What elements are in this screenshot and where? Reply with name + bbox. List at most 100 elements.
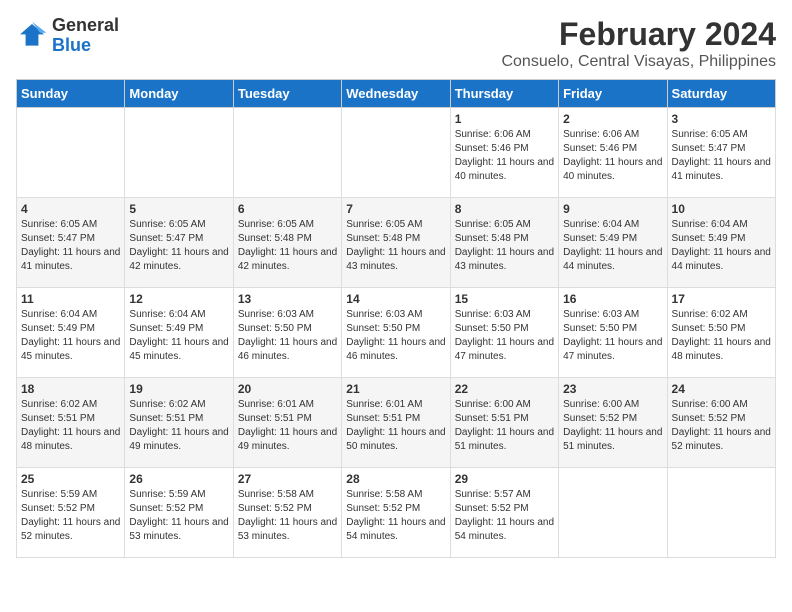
calendar-day-cell — [125, 108, 233, 198]
day-info: Sunrise: 6:04 AM Sunset: 5:49 PM Dayligh… — [563, 218, 662, 274]
day-number: 24 — [672, 382, 771, 396]
calendar-day-cell: 11Sunrise: 6:04 AM Sunset: 5:49 PM Dayli… — [17, 288, 125, 378]
day-number: 20 — [238, 382, 337, 396]
calendar-week-row: 11Sunrise: 6:04 AM Sunset: 5:49 PM Dayli… — [17, 288, 776, 378]
day-of-week-header: Friday — [559, 80, 667, 108]
day-info: Sunrise: 5:57 AM Sunset: 5:52 PM Dayligh… — [455, 488, 554, 544]
day-number: 28 — [346, 472, 445, 486]
day-number: 10 — [672, 202, 771, 216]
calendar-day-cell: 10 Sunrise: 6:04 AM Sunset: 5:49 PM Dayli… — [667, 198, 775, 288]
calendar-day-cell: 3Sunrise: 6:05 AM Sunset: 5:47 PM Daylig… — [667, 108, 775, 198]
calendar-day-cell: 15 Sunrise: 6:03 AM Sunset: 5:50 PM Dayli… — [450, 288, 558, 378]
day-number: 29 — [455, 472, 554, 486]
day-info: Sunrise: 6:01 AM Sunset: 5:51 PM Dayligh… — [238, 398, 337, 454]
calendar-day-cell: 22 Sunrise: 6:00 AM Sunset: 5:51 PM Dayli… — [450, 378, 558, 468]
title-section: February 2024 Consuelo, Central Visayas,… — [501, 16, 776, 71]
calendar-day-cell: 1 Sunrise: 6:06 AM Sunset: 5:46 PM Daylig… — [450, 108, 558, 198]
day-number: 4 — [21, 202, 120, 216]
calendar-day-cell: 14Sunrise: 6:03 AM Sunset: 5:50 PM Dayli… — [342, 288, 450, 378]
day-info: Sunrise: 6:06 AM Sunset: 5:46 PM Dayligh… — [455, 128, 554, 184]
calendar-day-cell: 19 Sunrise: 6:02 AM Sunset: 5:51 PM Dayli… — [125, 378, 233, 468]
day-of-week-header: Sunday — [17, 80, 125, 108]
day-number: 14 — [346, 292, 445, 306]
logo-icon — [16, 20, 48, 52]
day-of-week-header: Saturday — [667, 80, 775, 108]
page-header: General Blue February 2024 Consuelo, Cen… — [16, 16, 776, 71]
day-info: Sunrise: 6:03 AM Sunset: 5:50 PM Dayligh… — [238, 308, 337, 364]
day-number: 17 — [672, 292, 771, 306]
day-number: 26 — [129, 472, 228, 486]
calendar-day-cell: 25Sunrise: 5:59 AM Sunset: 5:52 PM Dayli… — [17, 468, 125, 558]
calendar-day-cell: 27 Sunrise: 5:58 AM Sunset: 5:52 PM Dayli… — [233, 468, 341, 558]
calendar-day-cell: 9Sunrise: 6:04 AM Sunset: 5:49 PM Daylig… — [559, 198, 667, 288]
calendar-day-cell — [342, 108, 450, 198]
day-info: Sunrise: 6:05 AM Sunset: 5:47 PM Dayligh… — [129, 218, 228, 274]
day-number: 16 — [563, 292, 662, 306]
day-number: 15 — [455, 292, 554, 306]
day-number: 23 — [563, 382, 662, 396]
day-info: Sunrise: 6:00 AM Sunset: 5:52 PM Dayligh… — [563, 398, 662, 454]
calendar-day-cell: 8Sunrise: 6:05 AM Sunset: 5:48 PM Daylig… — [450, 198, 558, 288]
calendar-day-cell: 24 Sunrise: 6:00 AM Sunset: 5:52 PM Dayli… — [667, 378, 775, 468]
day-info: Sunrise: 6:01 AM Sunset: 5:51 PM Dayligh… — [346, 398, 445, 454]
calendar-day-cell: 16 Sunrise: 6:03 AM Sunset: 5:50 PM Dayli… — [559, 288, 667, 378]
day-number: 6 — [238, 202, 337, 216]
logo: General Blue — [16, 16, 119, 56]
day-info: Sunrise: 5:59 AM Sunset: 5:52 PM Dayligh… — [129, 488, 228, 544]
calendar-day-cell: 20 Sunrise: 6:01 AM Sunset: 5:51 PM Dayli… — [233, 378, 341, 468]
calendar-day-cell — [667, 468, 775, 558]
day-of-week-header: Tuesday — [233, 80, 341, 108]
calendar-day-cell: 17Sunrise: 6:02 AM Sunset: 5:50 PM Dayli… — [667, 288, 775, 378]
day-info: Sunrise: 6:04 AM Sunset: 5:49 PM Dayligh… — [129, 308, 228, 364]
day-number: 19 — [129, 382, 228, 396]
day-info: Sunrise: 6:04 AM Sunset: 5:49 PM Dayligh… — [672, 218, 771, 274]
calendar-day-cell: 29 Sunrise: 5:57 AM Sunset: 5:52 PM Dayli… — [450, 468, 558, 558]
day-info: Sunrise: 6:03 AM Sunset: 5:50 PM Dayligh… — [455, 308, 554, 364]
calendar-header-row: SundayMondayTuesdayWednesdayThursdayFrid… — [17, 80, 776, 108]
calendar-day-cell: 6Sunrise: 6:05 AM Sunset: 5:48 PM Daylig… — [233, 198, 341, 288]
day-info: Sunrise: 5:58 AM Sunset: 5:52 PM Dayligh… — [238, 488, 337, 544]
calendar-day-cell: 7 Sunrise: 6:05 AM Sunset: 5:48 PM Daylig… — [342, 198, 450, 288]
calendar-week-row: 25 Sunrise: 5:59 AM Sunset: 5:52 PM Dayli… — [17, 468, 776, 558]
day-info: Sunrise: 6:02 AM Sunset: 5:51 PM Dayligh… — [129, 398, 228, 454]
calendar-day-cell: 26 Sunrise: 5:59 AM Sunset: 5:52 PM Dayli… — [125, 468, 233, 558]
calendar-day-cell: 23 Sunrise: 6:00 AM Sunset: 5:52 PM Dayli… — [559, 378, 667, 468]
calendar-table: SundayMondayTuesdayWednesdayThursdayFrid… — [16, 79, 776, 558]
calendar-day-cell: 28 Sunrise: 5:58 AM Sunset: 5:52 PM Dayli… — [342, 468, 450, 558]
day-number: 1 — [455, 112, 554, 126]
day-number: 7 — [346, 202, 445, 216]
day-info: Sunrise: 6:05 AM Sunset: 5:47 PM Dayligh… — [21, 218, 120, 274]
day-info: Sunrise: 6:02 AM Sunset: 5:51 PM Dayligh… — [21, 398, 120, 454]
day-info: Sunrise: 6:03 AM Sunset: 5:50 PM Dayligh… — [563, 308, 662, 364]
calendar-day-cell — [17, 108, 125, 198]
calendar-day-cell: 13 Sunrise: 6:03 AM Sunset: 5:50 PM Dayli… — [233, 288, 341, 378]
calendar-day-cell: 2Sunrise: 6:06 AM Sunset: 5:46 PM Daylig… — [559, 108, 667, 198]
day-info: Sunrise: 6:05 AM Sunset: 5:47 PM Dayligh… — [672, 128, 771, 184]
calendar-day-cell: 18 Sunrise: 6:02 AM Sunset: 5:51 PM Dayli… — [17, 378, 125, 468]
day-number: 27 — [238, 472, 337, 486]
page-subtitle: Consuelo, Central Visayas, Philippines — [501, 53, 776, 71]
day-number: 5 — [129, 202, 228, 216]
day-info: Sunrise: 6:00 AM Sunset: 5:52 PM Dayligh… — [672, 398, 771, 454]
day-number: 8 — [455, 202, 554, 216]
day-number: 12 — [129, 292, 228, 306]
day-number: 21 — [346, 382, 445, 396]
day-info: Sunrise: 5:58 AM Sunset: 5:52 PM Dayligh… — [346, 488, 445, 544]
calendar-day-cell — [233, 108, 341, 198]
calendar-week-row: 18 Sunrise: 6:02 AM Sunset: 5:51 PM Dayli… — [17, 378, 776, 468]
day-of-week-header: Monday — [125, 80, 233, 108]
calendar-day-cell: 12 Sunrise: 6:04 AM Sunset: 5:49 PM Dayli… — [125, 288, 233, 378]
day-info: Sunrise: 6:05 AM Sunset: 5:48 PM Dayligh… — [346, 218, 445, 274]
calendar-day-cell — [559, 468, 667, 558]
day-info: Sunrise: 6:04 AM Sunset: 5:49 PM Dayligh… — [21, 308, 120, 364]
calendar-week-row: 1 Sunrise: 6:06 AM Sunset: 5:46 PM Daylig… — [17, 108, 776, 198]
day-number: 22 — [455, 382, 554, 396]
day-of-week-header: Thursday — [450, 80, 558, 108]
calendar-day-cell: 5 Sunrise: 6:05 AM Sunset: 5:47 PM Daylig… — [125, 198, 233, 288]
logo-text: General Blue — [52, 16, 119, 56]
day-number: 2 — [563, 112, 662, 126]
day-number: 13 — [238, 292, 337, 306]
day-info: Sunrise: 6:00 AM Sunset: 5:51 PM Dayligh… — [455, 398, 554, 454]
day-number: 18 — [21, 382, 120, 396]
day-number: 25 — [21, 472, 120, 486]
